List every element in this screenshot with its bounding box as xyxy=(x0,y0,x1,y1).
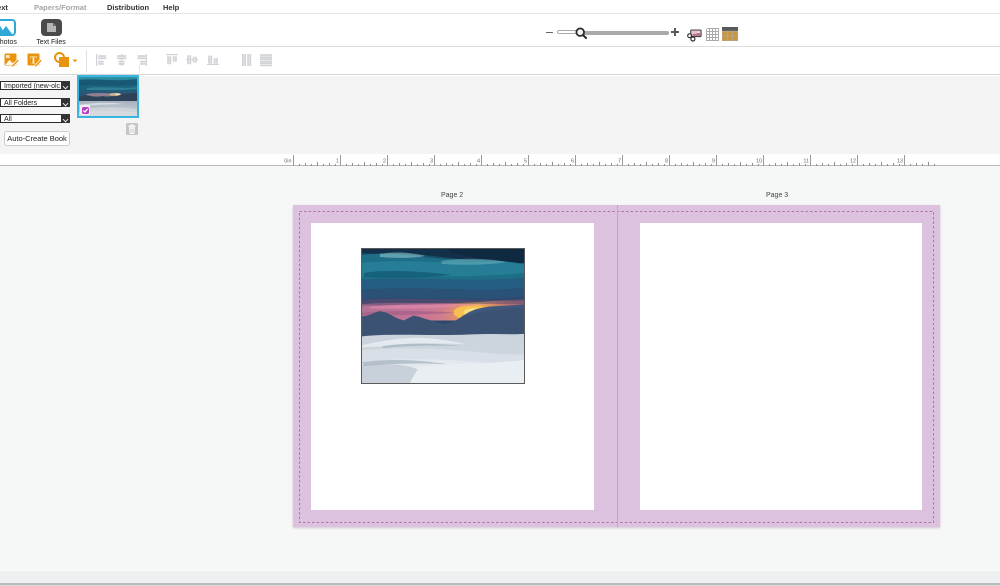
svg-text:12: 12 xyxy=(850,159,856,165)
svg-text:2: 2 xyxy=(383,159,386,165)
svg-text:6: 6 xyxy=(571,159,574,165)
svg-text:5: 5 xyxy=(524,159,527,165)
svg-text:3: 3 xyxy=(430,159,433,165)
svg-text:13: 13 xyxy=(897,159,903,165)
svg-text:1: 1 xyxy=(336,159,339,165)
svg-text:11: 11 xyxy=(803,159,809,165)
svg-text:0in: 0in xyxy=(284,159,291,165)
svg-text:7: 7 xyxy=(618,159,621,165)
svg-text:4: 4 xyxy=(477,159,480,165)
svg-text:9: 9 xyxy=(712,159,715,165)
svg-text:8: 8 xyxy=(665,159,668,165)
svg-text:10: 10 xyxy=(756,159,762,165)
